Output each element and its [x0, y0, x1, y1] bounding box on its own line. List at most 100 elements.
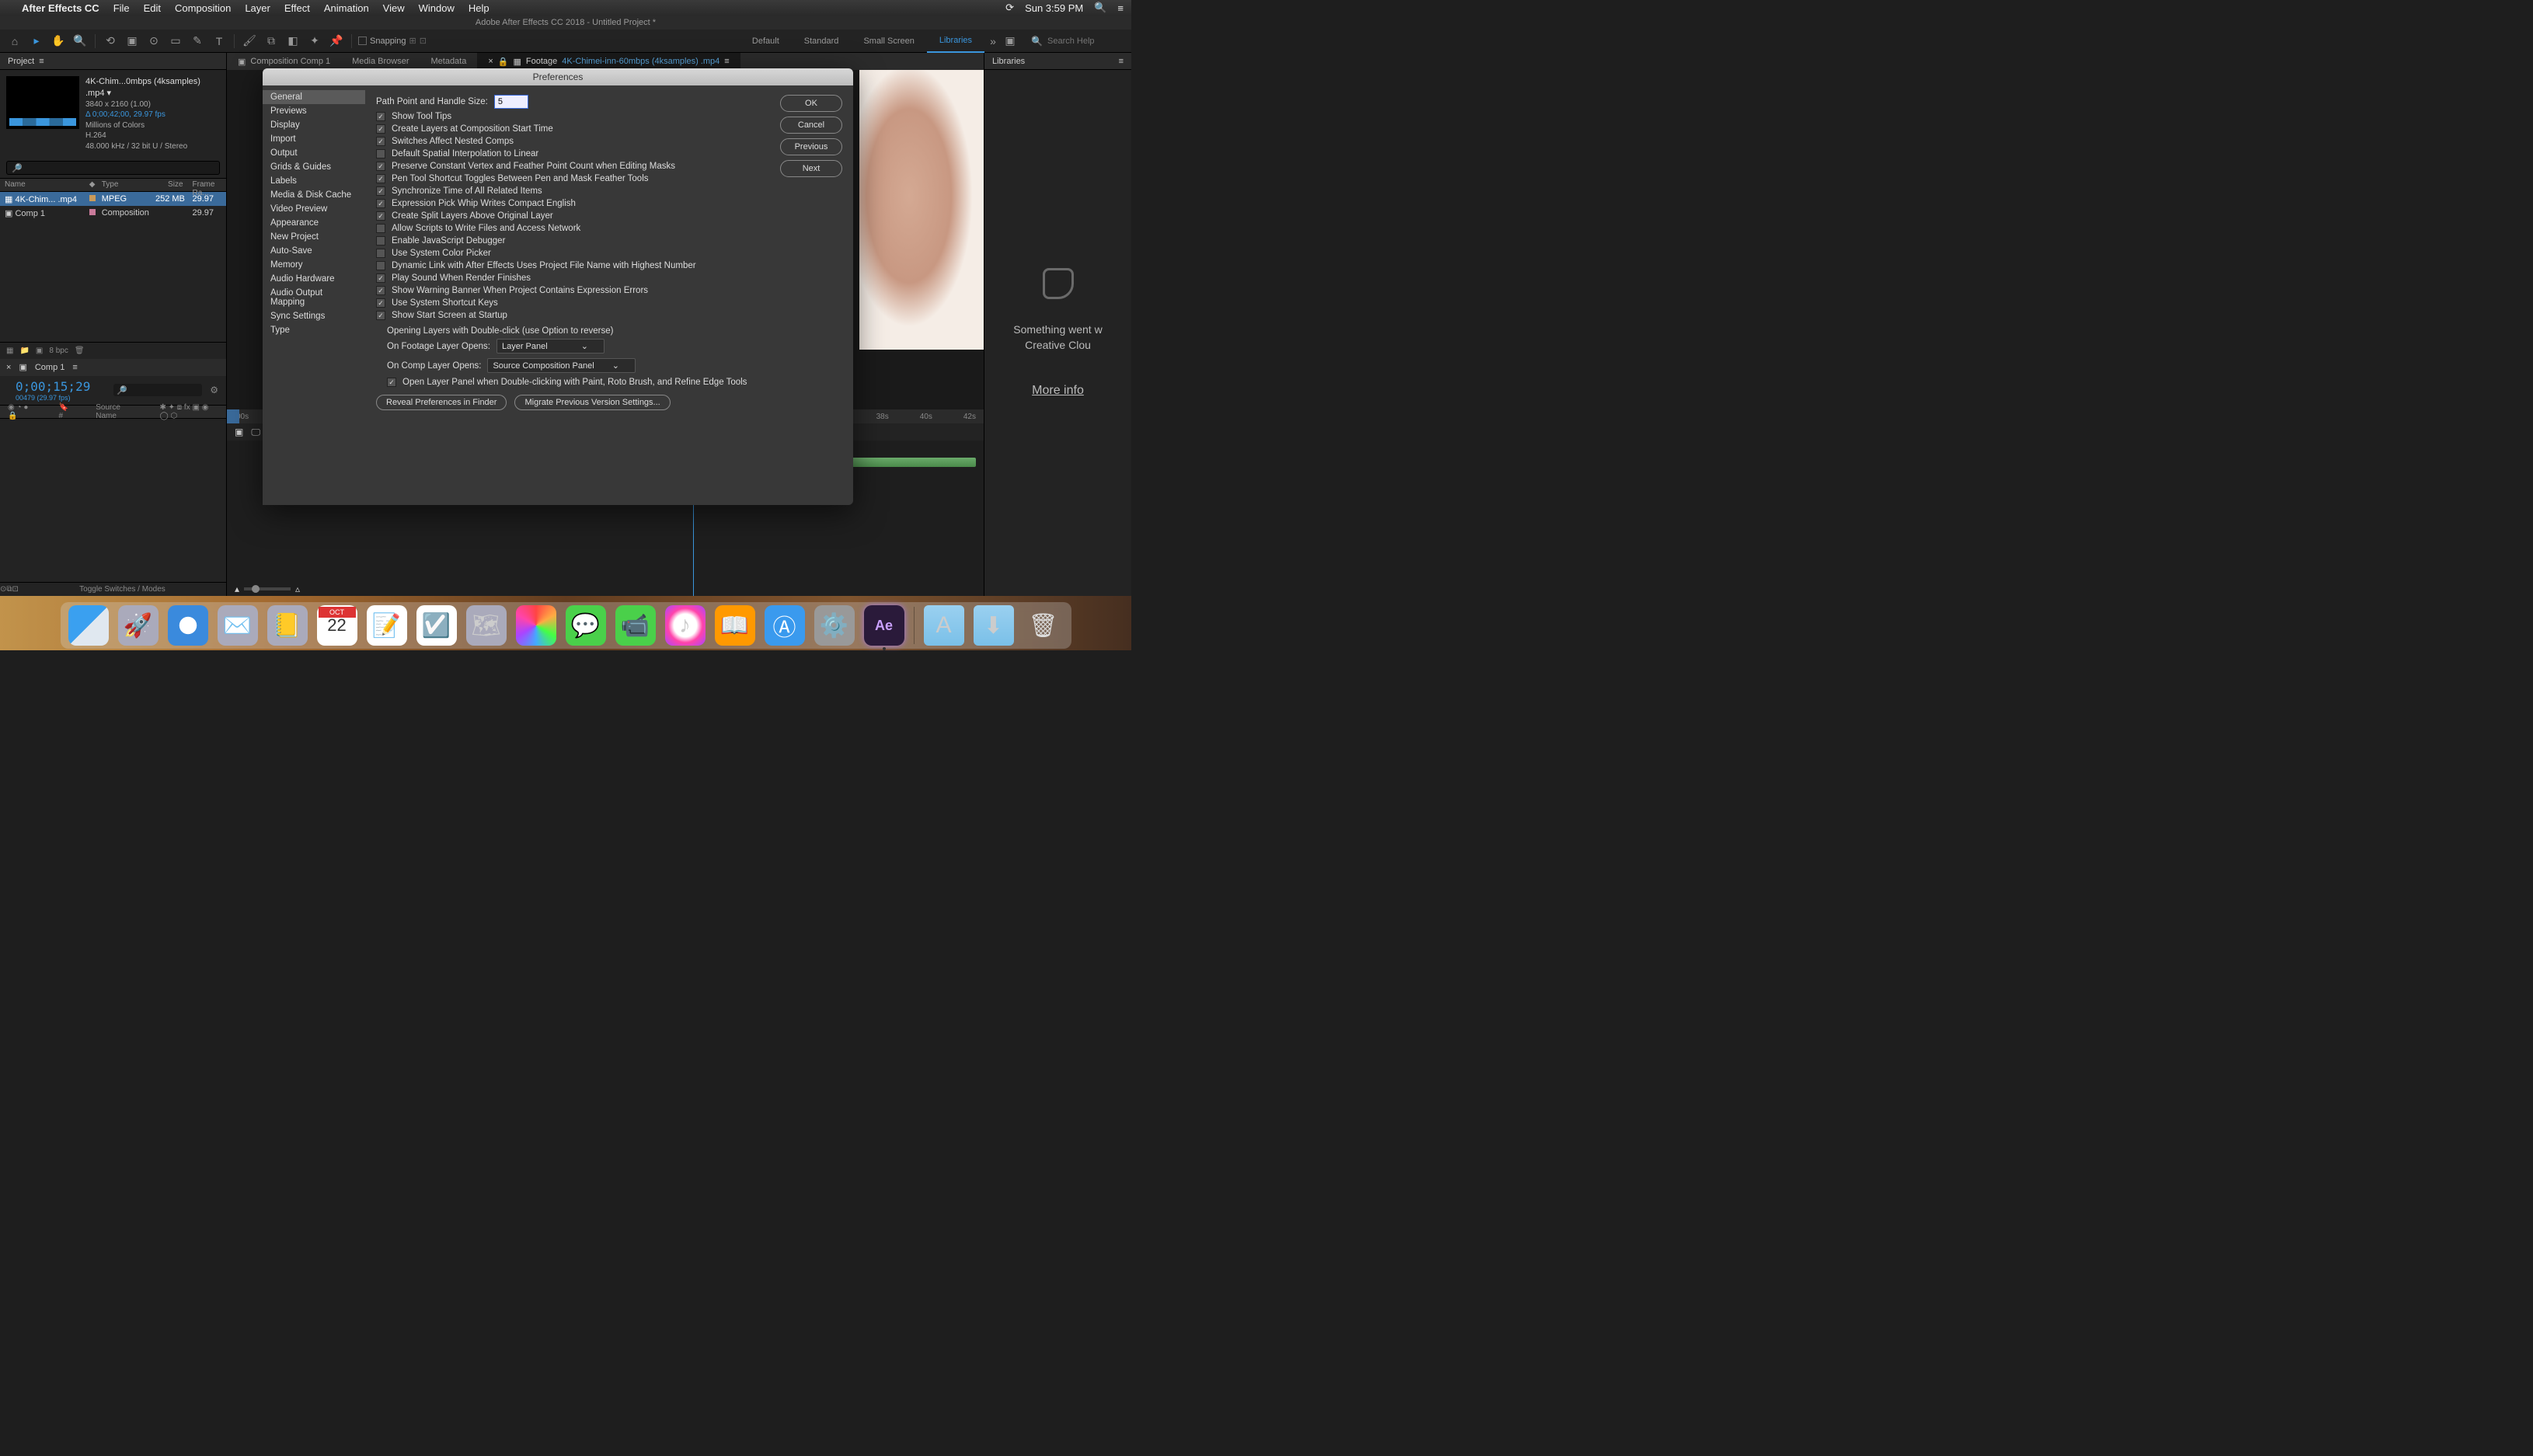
bpc-toggle[interactable]: 8 bpc: [49, 347, 68, 355]
prefs-section-appearance[interactable]: Appearance: [263, 216, 365, 230]
dock-appstore[interactable]: Ⓐ: [765, 605, 805, 646]
libraries-panel-tab[interactable]: Libraries ≡: [984, 53, 1131, 70]
dock-system-preferences[interactable]: ⚙️: [814, 605, 855, 646]
workspace-default[interactable]: Default: [740, 30, 792, 53]
menu-layer[interactable]: Layer: [245, 2, 270, 14]
dock-notes[interactable]: 📝: [367, 605, 407, 646]
prefs-section-general[interactable]: General: [263, 90, 365, 104]
panel-menu-icon[interactable]: ≡: [1119, 57, 1124, 66]
prefs-checkbox[interactable]: [376, 149, 385, 158]
search-help-input[interactable]: [1047, 37, 1125, 46]
migrate-settings-button[interactable]: Migrate Previous Version Settings...: [514, 395, 670, 410]
zoom-in-icon[interactable]: ▵: [295, 583, 300, 594]
prefs-checkbox[interactable]: [376, 124, 385, 134]
mb-icon[interactable]: ⊡: [12, 585, 19, 594]
dock-ibooks[interactable]: 📖: [715, 605, 755, 646]
workspace-libraries[interactable]: Libraries: [927, 30, 984, 53]
comp-layer-select[interactable]: Source Composition Panel ⌄: [487, 358, 636, 373]
viewer-opt-icon[interactable]: ▣: [235, 427, 243, 437]
prefs-section-media-cache[interactable]: Media & Disk Cache: [263, 188, 365, 202]
prefs-checkbox[interactable]: [376, 236, 385, 246]
project-row-footage[interactable]: ▦ 4K-Chim... .mp4 MPEG 252 MB 29.97: [0, 192, 226, 206]
status-icon[interactable]: ⟳: [1005, 2, 1014, 14]
snap-opt2-icon[interactable]: ⊡: [420, 36, 427, 46]
source-name-col[interactable]: Source Name: [96, 403, 136, 420]
previous-button[interactable]: Previous: [780, 138, 842, 155]
prefs-section-import[interactable]: Import: [263, 132, 365, 146]
tab-media-browser[interactable]: Media Browser: [341, 53, 420, 70]
asset-thumbnail[interactable]: [6, 76, 79, 129]
prefs-checkbox[interactable]: [376, 186, 385, 196]
dock-contacts[interactable]: 📒: [267, 605, 308, 646]
col-type[interactable]: Type: [97, 179, 151, 191]
next-button[interactable]: Next: [780, 160, 842, 177]
prefs-section-display[interactable]: Display: [263, 118, 365, 132]
eraser-tool-icon[interactable]: ◧: [284, 33, 301, 50]
prefs-section-previews[interactable]: Previews: [263, 104, 365, 118]
dock-calendar[interactable]: OCT 22: [317, 605, 357, 646]
roto-tool-icon[interactable]: ✦: [306, 33, 323, 50]
app-menu[interactable]: After Effects CC: [22, 2, 99, 14]
prefs-checkbox[interactable]: [376, 273, 385, 283]
menu-edit[interactable]: Edit: [144, 2, 161, 14]
prefs-section-audio-output[interactable]: Audio Output Mapping: [263, 286, 365, 309]
new-comp-icon[interactable]: ▣: [36, 347, 43, 355]
dock-photos[interactable]: [516, 605, 556, 646]
project-row-comp[interactable]: ▣ Comp 1 Composition 29.97: [0, 206, 226, 220]
prefs-section-output[interactable]: Output: [263, 146, 365, 160]
dock-after-effects[interactable]: Ae: [864, 605, 904, 646]
menu-file[interactable]: File: [113, 2, 130, 14]
panel-menu-icon[interactable]: ≡: [724, 57, 729, 66]
dock-itunes[interactable]: ♪: [665, 605, 706, 646]
pen-tool-icon[interactable]: ✎: [189, 33, 206, 50]
prefs-checkbox[interactable]: [376, 261, 385, 270]
shy-icon[interactable]: ⊙: [0, 585, 6, 594]
workspace-smallscreen[interactable]: Small Screen: [851, 30, 926, 53]
prefs-checkbox[interactable]: [376, 224, 385, 233]
dock-facetime[interactable]: 📹: [615, 605, 656, 646]
prefs-section-sync[interactable]: Sync Settings: [263, 309, 365, 323]
prefs-section-video-preview[interactable]: Video Preview: [263, 202, 365, 216]
more-info-link[interactable]: More info: [1032, 384, 1084, 398]
interpret-icon[interactable]: ▦: [6, 347, 13, 355]
col-label[interactable]: ◆: [85, 179, 97, 191]
hand-tool-icon[interactable]: ✋: [50, 33, 67, 50]
timeline-opts-icon[interactable]: ⚙: [210, 385, 218, 395]
ok-button[interactable]: OK: [780, 95, 842, 112]
trash-icon[interactable]: 🗑: [75, 347, 85, 355]
menu-effect[interactable]: Effect: [284, 2, 310, 14]
selection-tool-icon[interactable]: ▸: [28, 33, 45, 50]
brush-tool-icon[interactable]: 🖌: [241, 33, 258, 50]
menubar-clock[interactable]: Sun 3:59 PM: [1025, 2, 1083, 14]
snap-opt-icon[interactable]: ⊞: [409, 36, 416, 46]
zoom-tool-icon[interactable]: 🔍: [71, 33, 89, 50]
prefs-section-type[interactable]: Type: [263, 323, 365, 337]
toggle-switches-button[interactable]: Toggle Switches / Modes: [19, 585, 226, 594]
label-swatch[interactable]: [89, 195, 96, 201]
dock-mail[interactable]: ✉️: [218, 605, 258, 646]
dock-safari[interactable]: [168, 605, 208, 646]
tab-footage-link[interactable]: 4K-Chimei-inn-60mbps (4ksamples) .mp4: [562, 57, 719, 66]
project-panel-tab[interactable]: Project ≡: [0, 53, 226, 70]
prefs-checkbox[interactable]: [376, 311, 385, 320]
prefs-section-memory[interactable]: Memory: [263, 258, 365, 272]
menu-window[interactable]: Window: [419, 2, 455, 14]
dock-reminders[interactable]: ☑️: [416, 605, 457, 646]
rotate-tool-icon[interactable]: ⟲: [102, 33, 119, 50]
path-size-input[interactable]: [494, 95, 528, 109]
snapping-checkbox[interactable]: [358, 37, 367, 45]
dock-applications-folder[interactable]: A: [924, 605, 964, 646]
dock-downloads-folder[interactable]: ⬇: [974, 605, 1014, 646]
lock-icon[interactable]: 🔒: [498, 57, 509, 67]
panel-menu-icon[interactable]: ≡: [39, 57, 44, 66]
zoom-out-icon[interactable]: ▴: [235, 583, 239, 594]
tab-metadata[interactable]: Metadata: [420, 53, 477, 70]
prefs-section-new-project[interactable]: New Project: [263, 230, 365, 244]
home-icon[interactable]: ⌂: [6, 33, 23, 50]
dock-finder[interactable]: [68, 605, 109, 646]
cancel-button[interactable]: Cancel: [780, 117, 842, 134]
prefs-checkbox[interactable]: [376, 174, 385, 183]
footage-layer-select[interactable]: Layer Panel ⌄: [496, 339, 605, 354]
col-name[interactable]: Name: [0, 179, 85, 191]
prefs-checkbox[interactable]: [376, 211, 385, 221]
